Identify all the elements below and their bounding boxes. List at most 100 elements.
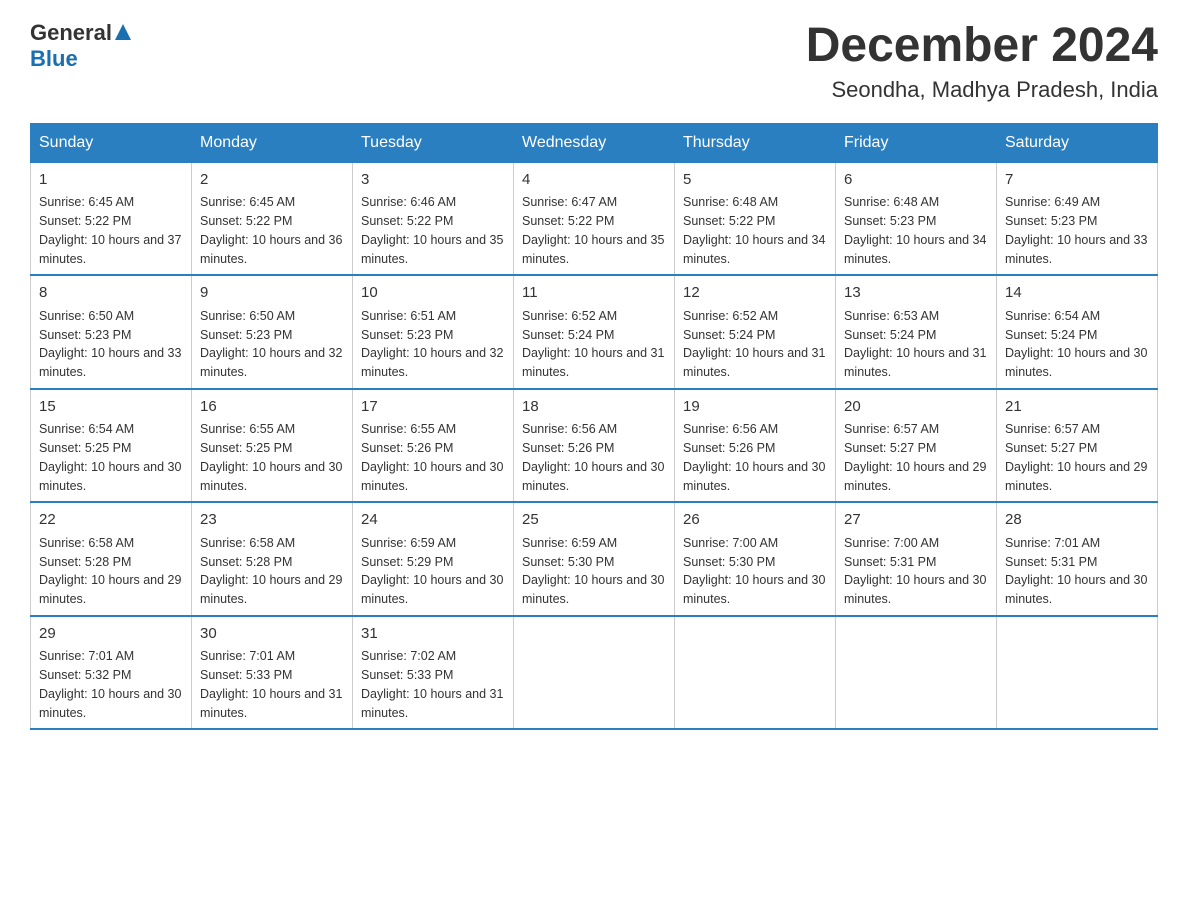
- calendar-day: 7 Sunrise: 6:49 AM Sunset: 5:23 PM Dayli…: [997, 162, 1158, 275]
- day-daylight: Daylight: 10 hours and 35 minutes.: [361, 231, 505, 269]
- calendar-day: 1 Sunrise: 6:45 AM Sunset: 5:22 PM Dayli…: [31, 162, 192, 275]
- day-daylight: Daylight: 10 hours and 30 minutes.: [361, 571, 505, 609]
- day-sunrise: Sunrise: 6:46 AM: [361, 193, 505, 212]
- day-daylight: Daylight: 10 hours and 37 minutes.: [39, 231, 183, 269]
- calendar-day: 30 Sunrise: 7:01 AM Sunset: 5:33 PM Dayl…: [192, 616, 353, 730]
- day-sunset: Sunset: 5:24 PM: [522, 326, 666, 345]
- day-number: 11: [522, 282, 666, 305]
- calendar-day: 10 Sunrise: 6:51 AM Sunset: 5:23 PM Dayl…: [353, 275, 514, 389]
- day-number: 30: [200, 623, 344, 646]
- day-number: 17: [361, 396, 505, 419]
- day-number: 16: [200, 396, 344, 419]
- day-sunrise: Sunrise: 7:00 AM: [683, 534, 827, 553]
- day-daylight: Daylight: 10 hours and 30 minutes.: [522, 571, 666, 609]
- day-sunrise: Sunrise: 6:58 AM: [39, 534, 183, 553]
- calendar-day: 29 Sunrise: 7:01 AM Sunset: 5:32 PM Dayl…: [31, 616, 192, 730]
- day-daylight: Daylight: 10 hours and 29 minutes.: [1005, 458, 1149, 496]
- day-daylight: Daylight: 10 hours and 31 minutes.: [522, 344, 666, 382]
- calendar-subtitle: Seondha, Madhya Pradesh, India: [806, 77, 1158, 103]
- calendar-week-4: 22 Sunrise: 6:58 AM Sunset: 5:28 PM Dayl…: [31, 502, 1158, 616]
- day-sunset: Sunset: 5:26 PM: [361, 439, 505, 458]
- calendar-day: 19 Sunrise: 6:56 AM Sunset: 5:26 PM Dayl…: [675, 389, 836, 503]
- logo-triangle-icon: [113, 22, 133, 42]
- day-sunset: Sunset: 5:23 PM: [200, 326, 344, 345]
- day-sunrise: Sunrise: 7:01 AM: [1005, 534, 1149, 553]
- calendar-day: [836, 616, 997, 730]
- day-number: 13: [844, 282, 988, 305]
- day-sunset: Sunset: 5:26 PM: [683, 439, 827, 458]
- day-number: 1: [39, 169, 183, 192]
- day-sunset: Sunset: 5:24 PM: [683, 326, 827, 345]
- day-sunrise: Sunrise: 6:56 AM: [683, 420, 827, 439]
- day-sunset: Sunset: 5:22 PM: [200, 212, 344, 231]
- day-sunset: Sunset: 5:22 PM: [683, 212, 827, 231]
- day-header-tuesday: Tuesday: [353, 123, 514, 162]
- logo: General Blue: [30, 20, 133, 72]
- calendar-day: 26 Sunrise: 7:00 AM Sunset: 5:30 PM Dayl…: [675, 502, 836, 616]
- day-header-friday: Friday: [836, 123, 997, 162]
- day-number: 9: [200, 282, 344, 305]
- day-number: 27: [844, 509, 988, 532]
- day-sunset: Sunset: 5:32 PM: [39, 666, 183, 685]
- day-daylight: Daylight: 10 hours and 30 minutes.: [683, 458, 827, 496]
- calendar-day: 8 Sunrise: 6:50 AM Sunset: 5:23 PM Dayli…: [31, 275, 192, 389]
- day-sunrise: Sunrise: 6:54 AM: [39, 420, 183, 439]
- day-sunset: Sunset: 5:25 PM: [39, 439, 183, 458]
- day-daylight: Daylight: 10 hours and 36 minutes.: [200, 231, 344, 269]
- calendar-day: 25 Sunrise: 6:59 AM Sunset: 5:30 PM Dayl…: [514, 502, 675, 616]
- logo-blue-text: Blue: [30, 46, 78, 71]
- day-sunrise: Sunrise: 6:50 AM: [200, 307, 344, 326]
- day-number: 18: [522, 396, 666, 419]
- calendar-header-row: SundayMondayTuesdayWednesdayThursdayFrid…: [31, 123, 1158, 162]
- day-sunrise: Sunrise: 6:47 AM: [522, 193, 666, 212]
- day-daylight: Daylight: 10 hours and 31 minutes.: [200, 685, 344, 723]
- day-sunrise: Sunrise: 6:59 AM: [361, 534, 505, 553]
- calendar-day: 28 Sunrise: 7:01 AM Sunset: 5:31 PM Dayl…: [997, 502, 1158, 616]
- day-sunset: Sunset: 5:23 PM: [1005, 212, 1149, 231]
- day-number: 4: [522, 169, 666, 192]
- calendar-day: 24 Sunrise: 6:59 AM Sunset: 5:29 PM Dayl…: [353, 502, 514, 616]
- day-daylight: Daylight: 10 hours and 29 minutes.: [844, 458, 988, 496]
- day-sunset: Sunset: 5:26 PM: [522, 439, 666, 458]
- day-sunrise: Sunrise: 6:48 AM: [844, 193, 988, 212]
- day-sunset: Sunset: 5:30 PM: [522, 553, 666, 572]
- day-sunrise: Sunrise: 7:02 AM: [361, 647, 505, 666]
- page-header: General Blue December 2024 Seondha, Madh…: [30, 20, 1158, 103]
- calendar-day: 16 Sunrise: 6:55 AM Sunset: 5:25 PM Dayl…: [192, 389, 353, 503]
- day-number: 7: [1005, 169, 1149, 192]
- day-number: 22: [39, 509, 183, 532]
- day-number: 24: [361, 509, 505, 532]
- calendar-table: SundayMondayTuesdayWednesdayThursdayFrid…: [30, 123, 1158, 731]
- day-daylight: Daylight: 10 hours and 33 minutes.: [39, 344, 183, 382]
- day-daylight: Daylight: 10 hours and 29 minutes.: [200, 571, 344, 609]
- day-sunrise: Sunrise: 6:52 AM: [683, 307, 827, 326]
- day-header-monday: Monday: [192, 123, 353, 162]
- day-daylight: Daylight: 10 hours and 33 minutes.: [1005, 231, 1149, 269]
- day-sunset: Sunset: 5:24 PM: [1005, 326, 1149, 345]
- day-header-saturday: Saturday: [997, 123, 1158, 162]
- day-sunrise: Sunrise: 6:55 AM: [200, 420, 344, 439]
- day-number: 29: [39, 623, 183, 646]
- day-daylight: Daylight: 10 hours and 29 minutes.: [39, 571, 183, 609]
- calendar-day: 21 Sunrise: 6:57 AM Sunset: 5:27 PM Dayl…: [997, 389, 1158, 503]
- day-sunset: Sunset: 5:29 PM: [361, 553, 505, 572]
- day-daylight: Daylight: 10 hours and 30 minutes.: [39, 685, 183, 723]
- calendar-day: 11 Sunrise: 6:52 AM Sunset: 5:24 PM Dayl…: [514, 275, 675, 389]
- calendar-week-5: 29 Sunrise: 7:01 AM Sunset: 5:32 PM Dayl…: [31, 616, 1158, 730]
- day-number: 28: [1005, 509, 1149, 532]
- day-sunrise: Sunrise: 6:50 AM: [39, 307, 183, 326]
- day-header-wednesday: Wednesday: [514, 123, 675, 162]
- day-sunrise: Sunrise: 6:56 AM: [522, 420, 666, 439]
- day-sunset: Sunset: 5:23 PM: [39, 326, 183, 345]
- day-daylight: Daylight: 10 hours and 30 minutes.: [844, 571, 988, 609]
- day-sunrise: Sunrise: 6:45 AM: [200, 193, 344, 212]
- day-sunrise: Sunrise: 6:45 AM: [39, 193, 183, 212]
- calendar-day: [514, 616, 675, 730]
- calendar-day: 4 Sunrise: 6:47 AM Sunset: 5:22 PM Dayli…: [514, 162, 675, 275]
- day-sunrise: Sunrise: 7:01 AM: [39, 647, 183, 666]
- day-sunset: Sunset: 5:22 PM: [522, 212, 666, 231]
- day-number: 23: [200, 509, 344, 532]
- day-sunset: Sunset: 5:27 PM: [1005, 439, 1149, 458]
- day-daylight: Daylight: 10 hours and 30 minutes.: [522, 458, 666, 496]
- day-sunset: Sunset: 5:30 PM: [683, 553, 827, 572]
